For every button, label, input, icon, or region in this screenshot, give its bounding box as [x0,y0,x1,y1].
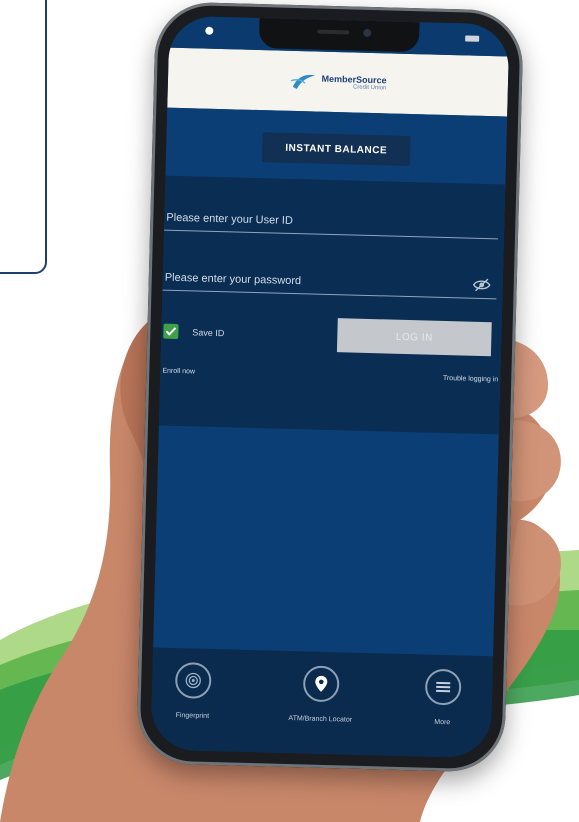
fingerprint-icon [174,662,212,699]
nav-label-more: More [434,718,451,727]
battery-icon [465,35,480,42]
front-camera [363,28,372,37]
nav-label-atm-branch-locator: ATM/Branch Locator [288,715,353,724]
eye-hidden-icon[interactable] [472,278,491,292]
brand-tagline: Credit Union [352,84,387,91]
instant-balance-button[interactable]: INSTANT BALANCE [261,132,411,167]
login-button[interactable]: LOG IN [336,318,492,357]
brand-logo: MemberSource Credit Union [289,71,387,94]
password-field[interactable]: Please enter your password [162,265,498,300]
save-id-row: Save ID [163,323,225,341]
check-icon [165,327,177,336]
phone-notch [258,18,420,53]
map-pin-icon [302,665,340,703]
save-id-label: Save ID [192,326,225,338]
login-form: Please enter your User ID Please enter y… [158,175,506,435]
login-main: INSTANT BALANCE Please enter your User I… [153,107,508,657]
enroll-now-link[interactable]: Enroll now [162,368,195,376]
speaker-grille [317,29,350,35]
password-placeholder: Please enter your password [164,271,302,288]
user-id-field[interactable]: Please enter your User ID [164,205,499,240]
save-id-checkbox[interactable] [163,323,179,340]
nav-item-more[interactable]: More [387,668,498,728]
logo-leaf-icon [291,74,316,90]
nav-item-atm-branch-locator[interactable]: ATM/Branch Locator [265,664,376,724]
links-row: Enroll now Trouble logging in [162,368,498,384]
bottom-nav: Fingerprint ATM/Branch Locator More [150,647,494,759]
brand-name: MemberSource [321,73,387,85]
phone-screen: MemberSource Credit Union INSTANT BALANC… [150,15,510,759]
trouble-logging-in-link[interactable]: Trouble logging in [443,375,499,383]
status-indicator-icon [205,26,214,35]
brand-header: MemberSource Credit Union [167,47,509,117]
menu-icon [424,668,462,706]
nav-label-fingerprint: Fingerprint [175,712,210,720]
phone-frame: MemberSource Credit Union INSTANT BALANC… [136,1,524,773]
nav-item-fingerprint[interactable]: Fingerprint [150,661,248,721]
